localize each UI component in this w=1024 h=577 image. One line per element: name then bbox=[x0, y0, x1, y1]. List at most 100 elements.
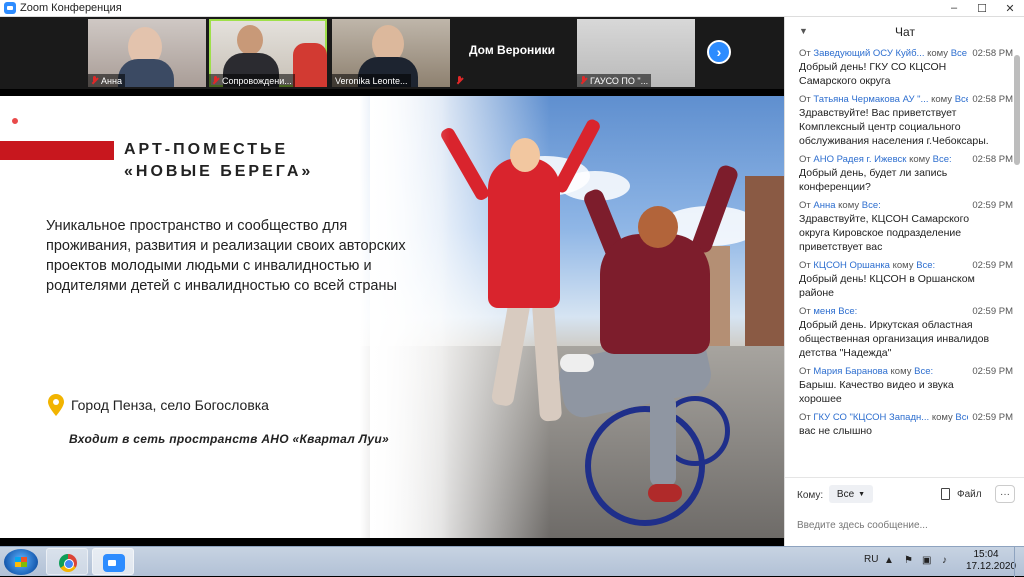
participant-video-off-name: Дом Вероники bbox=[468, 43, 556, 57]
chat-message-meta: От АНО Радея г. Ижевск кому Все: 02:58 PM bbox=[799, 153, 1013, 166]
video-stage: Анна Сопровождени... Veronika Leonte... … bbox=[0, 17, 784, 538]
start-button[interactable] bbox=[4, 549, 38, 575]
sender-name[interactable]: Анна bbox=[813, 200, 835, 211]
message-time: 02:59 PM bbox=[968, 411, 1013, 424]
to-label: кому bbox=[931, 412, 953, 423]
chat-message-meta: От Татьяна Чермакова АУ "... кому Все: 02… bbox=[799, 93, 1013, 106]
chat-message-meta: От Анна кому Все: 02:59 PM bbox=[799, 199, 1013, 212]
message-time: 02:59 PM bbox=[968, 365, 1013, 378]
next-participants-button[interactable]: › bbox=[707, 40, 731, 64]
participant-tile[interactable]: Veronika Leonte... bbox=[332, 19, 450, 87]
chat-message: От АНО Радея г. Ижевск кому Все: 02:58 PM… bbox=[785, 153, 1013, 194]
zoom-logo-icon bbox=[4, 2, 16, 14]
to-label: кому bbox=[892, 260, 914, 271]
slide-title: АРТ-ПОМЕСТЬЕ «НОВЫЕ БЕРЕГА» bbox=[124, 139, 313, 183]
participant-name: Анна bbox=[88, 74, 125, 87]
network-icon[interactable]: ▣ bbox=[922, 555, 931, 566]
chat-message-meta: От КЦСОН Оршанка кому Все: 02:59 PM bbox=[799, 259, 1013, 272]
tray-arrow-icon[interactable]: ▲ bbox=[884, 555, 894, 566]
flag-icon[interactable]: ⚑ bbox=[904, 555, 913, 566]
zoom-taskbar-button[interactable] bbox=[92, 548, 134, 575]
chrome-taskbar-button[interactable] bbox=[46, 548, 88, 575]
building bbox=[745, 176, 784, 346]
to-label: кому bbox=[890, 366, 912, 377]
chrome-icon bbox=[59, 554, 77, 572]
slide-photo bbox=[360, 96, 784, 538]
shoe bbox=[648, 484, 682, 502]
chat-message: От меня Все: 02:59 PM Добрый день. Иркутск… bbox=[785, 305, 1013, 360]
participant-name: Veronika Leonte... bbox=[332, 74, 411, 87]
slide-location: Город Пенза, село Богословка bbox=[71, 397, 269, 413]
chat-message: От ГКУ СО "КЦСОН Западн... кому Все: 02:5… bbox=[785, 411, 1013, 438]
muted-mic-icon bbox=[91, 76, 98, 85]
to-label: кому bbox=[931, 94, 953, 105]
recording-icon bbox=[10, 116, 20, 126]
boy-figure bbox=[600, 234, 710, 354]
volume-icon[interactable]: ♪ bbox=[942, 555, 947, 566]
recipient-name: Все: bbox=[838, 306, 858, 317]
sender-name[interactable]: Заведующий ОСУ Куйб... bbox=[813, 48, 924, 59]
from-label: От bbox=[799, 200, 811, 211]
close-button[interactable]: ✕ bbox=[996, 0, 1024, 17]
chat-title: Чат bbox=[895, 25, 915, 39]
sender-name[interactable]: Мария Баранова bbox=[813, 366, 888, 377]
language-indicator[interactable]: RU bbox=[864, 554, 878, 565]
from-label: От bbox=[799, 260, 811, 271]
slide-subtitle: Уникальное пространство и сообщество для… bbox=[46, 218, 406, 294]
message-text: вас не слышно bbox=[799, 425, 873, 437]
message-time: 02:59 PM bbox=[968, 199, 1013, 212]
chat-message: От Анна кому Все: 02:59 PM Здравствуйте, К… bbox=[785, 199, 1013, 254]
message-text: Добрый день! КЦСОН в Оршанском районе bbox=[799, 273, 975, 299]
slide-network: Входит в сеть пространств АНО «Квартал Л… bbox=[69, 432, 389, 446]
chat-message-meta: От Мария Баранова кому Все: 02:59 PM bbox=[799, 365, 1013, 378]
sender-name[interactable]: АНО Радея г. Ижевск bbox=[813, 154, 906, 165]
girl-figure bbox=[510, 138, 540, 172]
chat-message: От Заведующий ОСУ Куйб... кому Все: 02:58… bbox=[785, 47, 1013, 88]
from-label: От bbox=[799, 154, 811, 165]
recipient-name: Все: bbox=[932, 154, 952, 165]
chat-message-meta: От меня Все: 02:59 PM bbox=[799, 305, 1013, 318]
message-text: Барыш. Качество видео и звука хорошее bbox=[799, 379, 954, 405]
taskbar-clock[interactable]: 15:04 17.12.2020 bbox=[966, 549, 1016, 573]
recipient-name: Все: bbox=[950, 48, 970, 59]
to-label: кому bbox=[909, 154, 931, 165]
participant-tile-active[interactable]: Сопровождени... bbox=[209, 19, 327, 87]
photo-fade bbox=[360, 96, 450, 538]
from-label: От bbox=[799, 306, 811, 317]
more-options-button[interactable]: ··· bbox=[995, 485, 1015, 503]
recipient-value: Все bbox=[836, 488, 855, 500]
minimize-button[interactable]: – bbox=[940, 0, 968, 17]
participant-video bbox=[237, 25, 263, 55]
chevron-down-icon: ▼ bbox=[858, 490, 866, 498]
clock-time: 15:04 bbox=[973, 549, 999, 560]
participant-name: Сопровождени... bbox=[209, 74, 295, 87]
show-desktop-button[interactable] bbox=[1014, 547, 1024, 577]
chat-scrollbar[interactable] bbox=[1014, 55, 1020, 165]
maximize-button[interactable]: ☐ bbox=[968, 0, 996, 17]
muted-mic-icon bbox=[580, 76, 587, 85]
sender-name[interactable]: ГКУ СО "КЦСОН Западн... bbox=[813, 412, 929, 423]
file-icon[interactable] bbox=[941, 488, 950, 500]
slide-title-line: «НОВЫЕ БЕРЕГА» bbox=[124, 163, 314, 180]
participant-strip: Анна Сопровождени... Veronika Leonte... … bbox=[0, 17, 784, 89]
chat-message-meta: От Заведующий ОСУ Куйб... кому Все: 02:58… bbox=[799, 47, 1013, 60]
participant-name bbox=[453, 74, 469, 87]
participant-tile[interactable]: Анна bbox=[88, 19, 206, 87]
sender-name[interactable]: КЦСОН Оршанка bbox=[813, 260, 890, 271]
location-pin-icon bbox=[48, 394, 64, 416]
sender-name[interactable]: Татьяна Чермакова АУ "... bbox=[813, 94, 928, 105]
recipient-label: Кому: bbox=[797, 490, 824, 501]
chat-message-meta: От ГКУ СО "КЦСОН Западн... кому Все: 02:5… bbox=[799, 411, 1013, 424]
message-text: Добрый день. Иркутская областная обществ… bbox=[799, 319, 990, 359]
file-button[interactable]: Файл bbox=[957, 489, 982, 500]
participant-tile[interactable]: Дом Вероники bbox=[453, 19, 571, 87]
chat-message-list[interactable]: От Заведующий ОСУ Куйб... кому Все: 02:58… bbox=[785, 47, 1013, 475]
chat-message-input[interactable] bbox=[797, 514, 1013, 536]
recipient-select[interactable]: Все ▼ bbox=[829, 485, 873, 503]
sender-name[interactable]: меня bbox=[813, 306, 835, 317]
participant-tile[interactable]: ГАУСО ПО "... bbox=[577, 19, 695, 87]
message-time: 02:58 PM bbox=[968, 93, 1013, 106]
window-titlebar: Zoom Конференция – ☐ ✕ bbox=[0, 0, 1024, 17]
zoom-icon bbox=[103, 554, 125, 572]
chat-message: От Мария Баранова кому Все: 02:59 PM Барыш… bbox=[785, 365, 1013, 406]
